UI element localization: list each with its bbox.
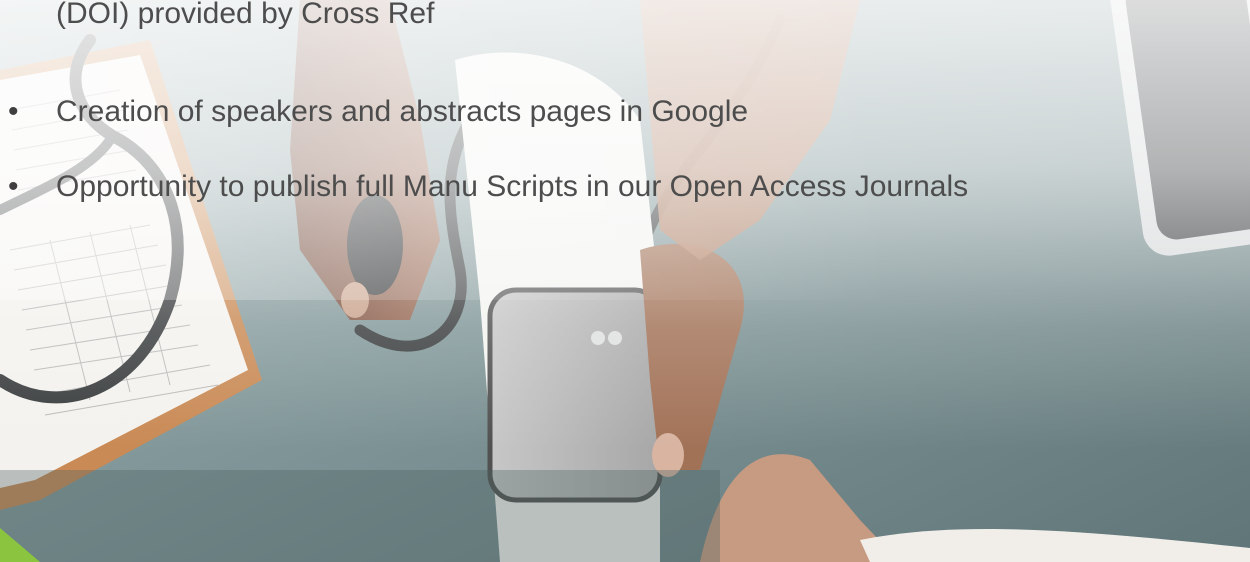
slide: (DOI) provided by Cross Ref • Creation o… [0,0,1250,562]
bullet-continuation-text: (DOI) provided by Cross Ref [56,0,435,30]
bullet-text: Opportunity to publish full Manu Scripts… [56,170,969,203]
green-corner-triangle-icon [0,528,40,562]
bullet-dot: • [8,95,19,128]
bullet-list: (DOI) provided by Cross Ref • Creation o… [0,0,1250,562]
bullet-dot: • [8,170,19,203]
bullet-text: Creation of speakers and abstracts pages… [56,95,749,128]
